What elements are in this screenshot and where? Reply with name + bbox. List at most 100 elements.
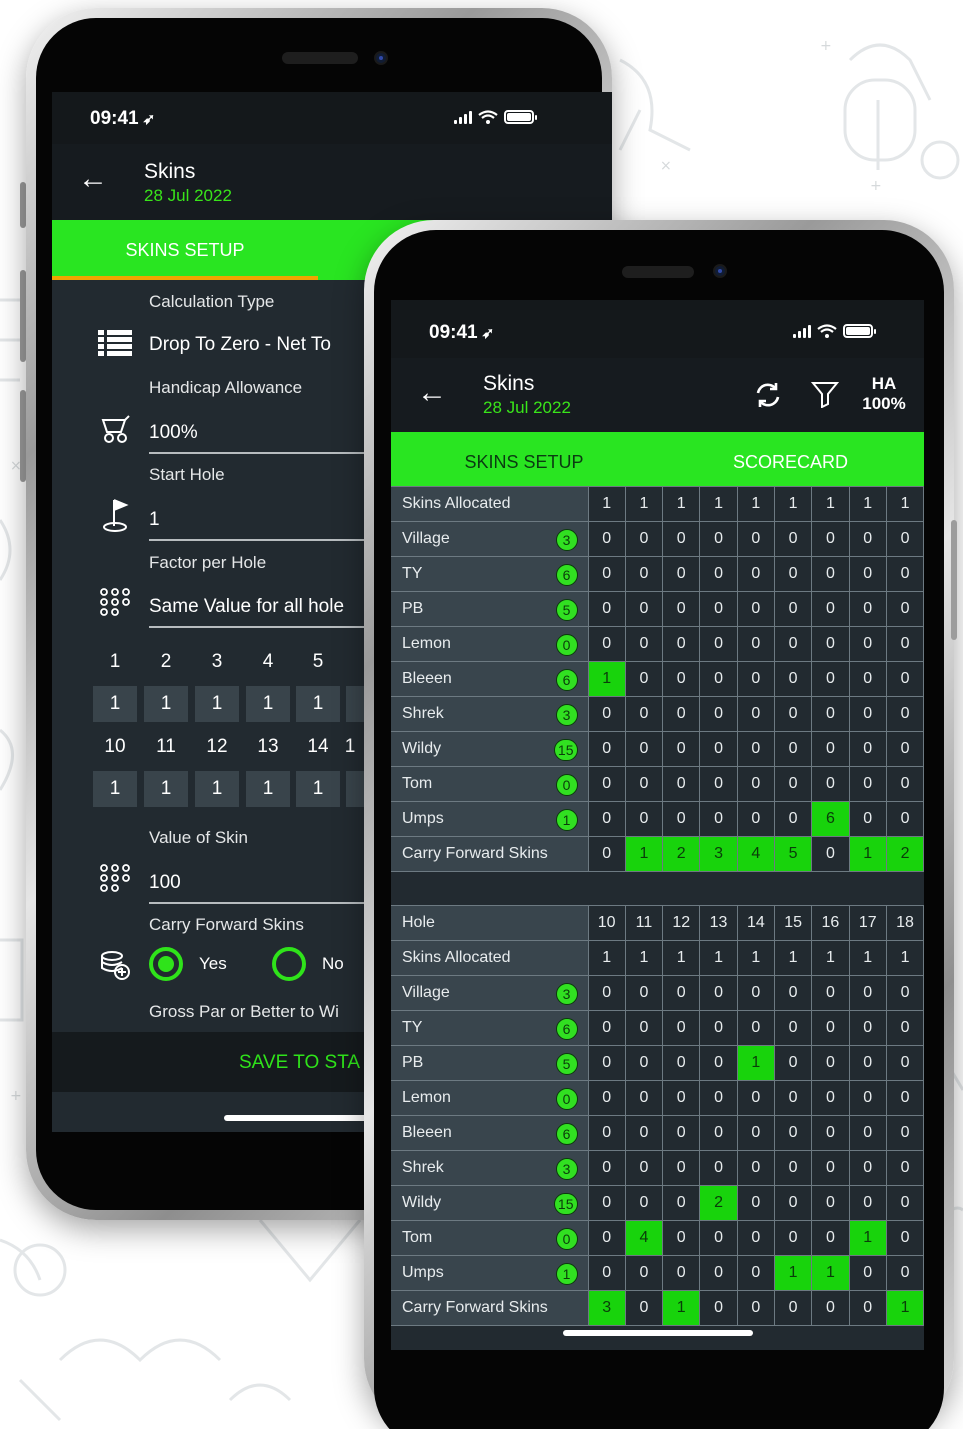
score-cell[interactable]: 1 <box>848 940 887 976</box>
score-cell[interactable]: 1 <box>624 836 664 872</box>
score-cell[interactable]: 2 <box>699 1185 738 1221</box>
factor-input[interactable]: 1 <box>246 771 290 807</box>
score-cell[interactable]: 1 <box>885 1290 924 1326</box>
score-cell[interactable]: 0 <box>736 521 775 557</box>
score-cell[interactable]: 0 <box>811 731 850 767</box>
score-cell[interactable]: 0 <box>736 661 775 697</box>
score-cell[interactable]: 0 <box>624 626 664 662</box>
score-cell[interactable]: 0 <box>624 696 664 732</box>
back-arrow-icon[interactable]: ← <box>78 162 108 196</box>
score-cell[interactable]: 0 <box>811 975 850 1011</box>
score-cell[interactable]: 0 <box>885 661 924 697</box>
score-cell[interactable]: 0 <box>662 591 701 627</box>
score-cell[interactable]: 0 <box>773 626 813 662</box>
score-cell[interactable]: 14 <box>736 905 775 941</box>
score-cell[interactable]: 0 <box>699 1290 738 1326</box>
score-cell[interactable]: 0 <box>624 801 664 837</box>
factor-input[interactable]: 1 <box>93 771 137 807</box>
score-cell[interactable]: 0 <box>624 1010 664 1046</box>
score-cell[interactable]: 0 <box>587 1220 626 1256</box>
carry-no-radio[interactable] <box>272 947 306 981</box>
score-cell[interactable]: 0 <box>885 1045 924 1081</box>
score-cell[interactable]: 0 <box>624 1115 664 1151</box>
score-cell[interactable]: 1 <box>624 940 664 976</box>
score-cell[interactable]: 0 <box>885 975 924 1011</box>
score-cell[interactable]: 0 <box>699 801 738 837</box>
score-cell[interactable]: 5 <box>773 836 813 872</box>
score-cell[interactable]: 16 <box>811 905 850 941</box>
score-cell[interactable]: 1 <box>699 486 738 522</box>
score-cell[interactable]: 0 <box>848 696 887 732</box>
score-cell[interactable]: 0 <box>624 591 664 627</box>
score-cell[interactable]: 0 <box>848 661 887 697</box>
score-cell[interactable]: 1 <box>587 486 626 522</box>
factor-input[interactable]: 1 <box>93 686 137 722</box>
score-cell[interactable]: 0 <box>699 1220 738 1256</box>
score-cell[interactable]: 1 <box>885 486 924 522</box>
score-cell[interactable]: 0 <box>662 801 701 837</box>
score-cell[interactable]: 0 <box>773 696 813 732</box>
score-cell[interactable]: 0 <box>662 1010 701 1046</box>
score-cell[interactable]: 2 <box>662 836 701 872</box>
score-cell[interactable]: 0 <box>848 731 887 767</box>
score-cell[interactable]: 0 <box>885 556 924 592</box>
score-cell[interactable]: 0 <box>587 1255 626 1291</box>
score-cell[interactable]: 0 <box>624 521 664 557</box>
score-cell[interactable]: 0 <box>587 1115 626 1151</box>
score-cell[interactable]: 0 <box>885 731 924 767</box>
score-cell[interactable]: 0 <box>699 1115 738 1151</box>
score-cell[interactable]: 10 <box>587 905 626 941</box>
score-cell[interactable]: 0 <box>848 1045 887 1081</box>
score-cell[interactable]: 0 <box>736 626 775 662</box>
score-cell[interactable]: 0 <box>662 1150 701 1186</box>
score-cell[interactable]: 0 <box>699 556 738 592</box>
score-cell[interactable]: 0 <box>587 1045 626 1081</box>
score-cell[interactable]: 0 <box>848 801 887 837</box>
score-cell[interactable]: 0 <box>773 1115 813 1151</box>
score-cell[interactable]: 0 <box>773 1150 813 1186</box>
score-cell[interactable]: 0 <box>848 1010 887 1046</box>
score-cell[interactable]: 11 <box>624 905 664 941</box>
score-cell[interactable]: 0 <box>885 1185 924 1221</box>
score-cell[interactable]: 3 <box>699 836 738 872</box>
score-cell[interactable]: 0 <box>773 1045 813 1081</box>
score-cell[interactable]: 1 <box>736 940 775 976</box>
score-cell[interactable]: 0 <box>624 1080 664 1116</box>
score-cell[interactable]: 1 <box>848 1220 887 1256</box>
score-cell[interactable]: 0 <box>699 521 738 557</box>
score-cell[interactable]: 0 <box>736 1150 775 1186</box>
score-cell[interactable]: 0 <box>662 1185 701 1221</box>
score-cell[interactable]: 0 <box>662 626 701 662</box>
score-cell[interactable]: 0 <box>736 1255 775 1291</box>
score-cell[interactable]: 0 <box>811 1220 850 1256</box>
score-cell[interactable]: 0 <box>624 1185 664 1221</box>
score-cell[interactable]: 18 <box>885 905 924 941</box>
score-cell[interactable]: 0 <box>848 626 887 662</box>
score-cell[interactable]: 0 <box>624 661 664 697</box>
start-hole-input[interactable]: 1 <box>149 509 160 531</box>
score-cell[interactable]: 0 <box>811 661 850 697</box>
score-cell[interactable]: 0 <box>587 1080 626 1116</box>
score-cell[interactable]: 1 <box>699 940 738 976</box>
score-cell[interactable]: 0 <box>662 1255 701 1291</box>
score-cell[interactable]: 0 <box>699 1010 738 1046</box>
score-cell[interactable]: 17 <box>848 905 887 941</box>
tab-skins-setup[interactable]: SKINS SETUP <box>391 432 657 492</box>
score-cell[interactable]: 15 <box>773 905 813 941</box>
score-cell[interactable]: 0 <box>587 975 626 1011</box>
score-cell[interactable]: 0 <box>885 1010 924 1046</box>
score-cell[interactable]: 0 <box>587 1010 626 1046</box>
score-cell[interactable]: 0 <box>736 766 775 802</box>
score-cell[interactable]: 0 <box>773 1080 813 1116</box>
score-cell[interactable]: 0 <box>587 801 626 837</box>
score-cell[interactable]: 0 <box>587 591 626 627</box>
factor-input[interactable]: 1 <box>195 686 239 722</box>
score-cell[interactable]: 0 <box>773 731 813 767</box>
score-cell[interactable]: 1 <box>736 486 775 522</box>
score-cell[interactable]: 4 <box>624 1220 664 1256</box>
score-cell[interactable]: 0 <box>885 626 924 662</box>
score-cell[interactable]: 0 <box>662 1115 701 1151</box>
score-cell[interactable]: 0 <box>773 975 813 1011</box>
score-cell[interactable]: 0 <box>773 766 813 802</box>
tab-skins-setup[interactable]: SKINS SETUP <box>52 220 318 280</box>
